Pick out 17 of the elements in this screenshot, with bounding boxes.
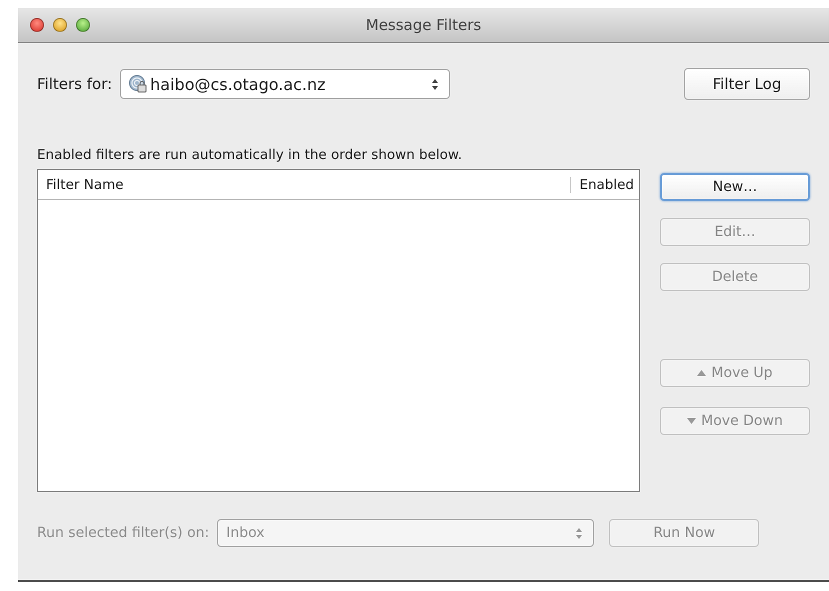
window-title: Message Filters <box>366 16 482 34</box>
run-on-label: Run selected filter(s) on: <box>37 525 210 541</box>
hint-text: Enabled filters are run automatically in the order shown below. <box>37 147 464 163</box>
zoom-icon[interactable] <box>76 18 90 32</box>
account-icon <box>129 75 148 93</box>
down-arrow-icon <box>687 418 696 424</box>
stepper-arrows-icon <box>431 78 440 90</box>
account-dropdown[interactable]: haibo@cs.otago.ac.nz <box>120 69 450 99</box>
filters-for-label: Filters for: <box>37 75 112 93</box>
up-arrow-icon <box>697 370 706 376</box>
column-header[interactable]: Filter Name <box>38 176 570 192</box>
filter-log-button[interactable]: Filter Log <box>684 68 810 100</box>
minimize-icon[interactable] <box>53 18 67 32</box>
close-icon[interactable] <box>30 18 44 32</box>
stepper-arrows-icon <box>575 526 584 540</box>
column-header[interactable]: Enabled <box>570 176 639 192</box>
action-button[interactable]: New… <box>660 173 810 201</box>
